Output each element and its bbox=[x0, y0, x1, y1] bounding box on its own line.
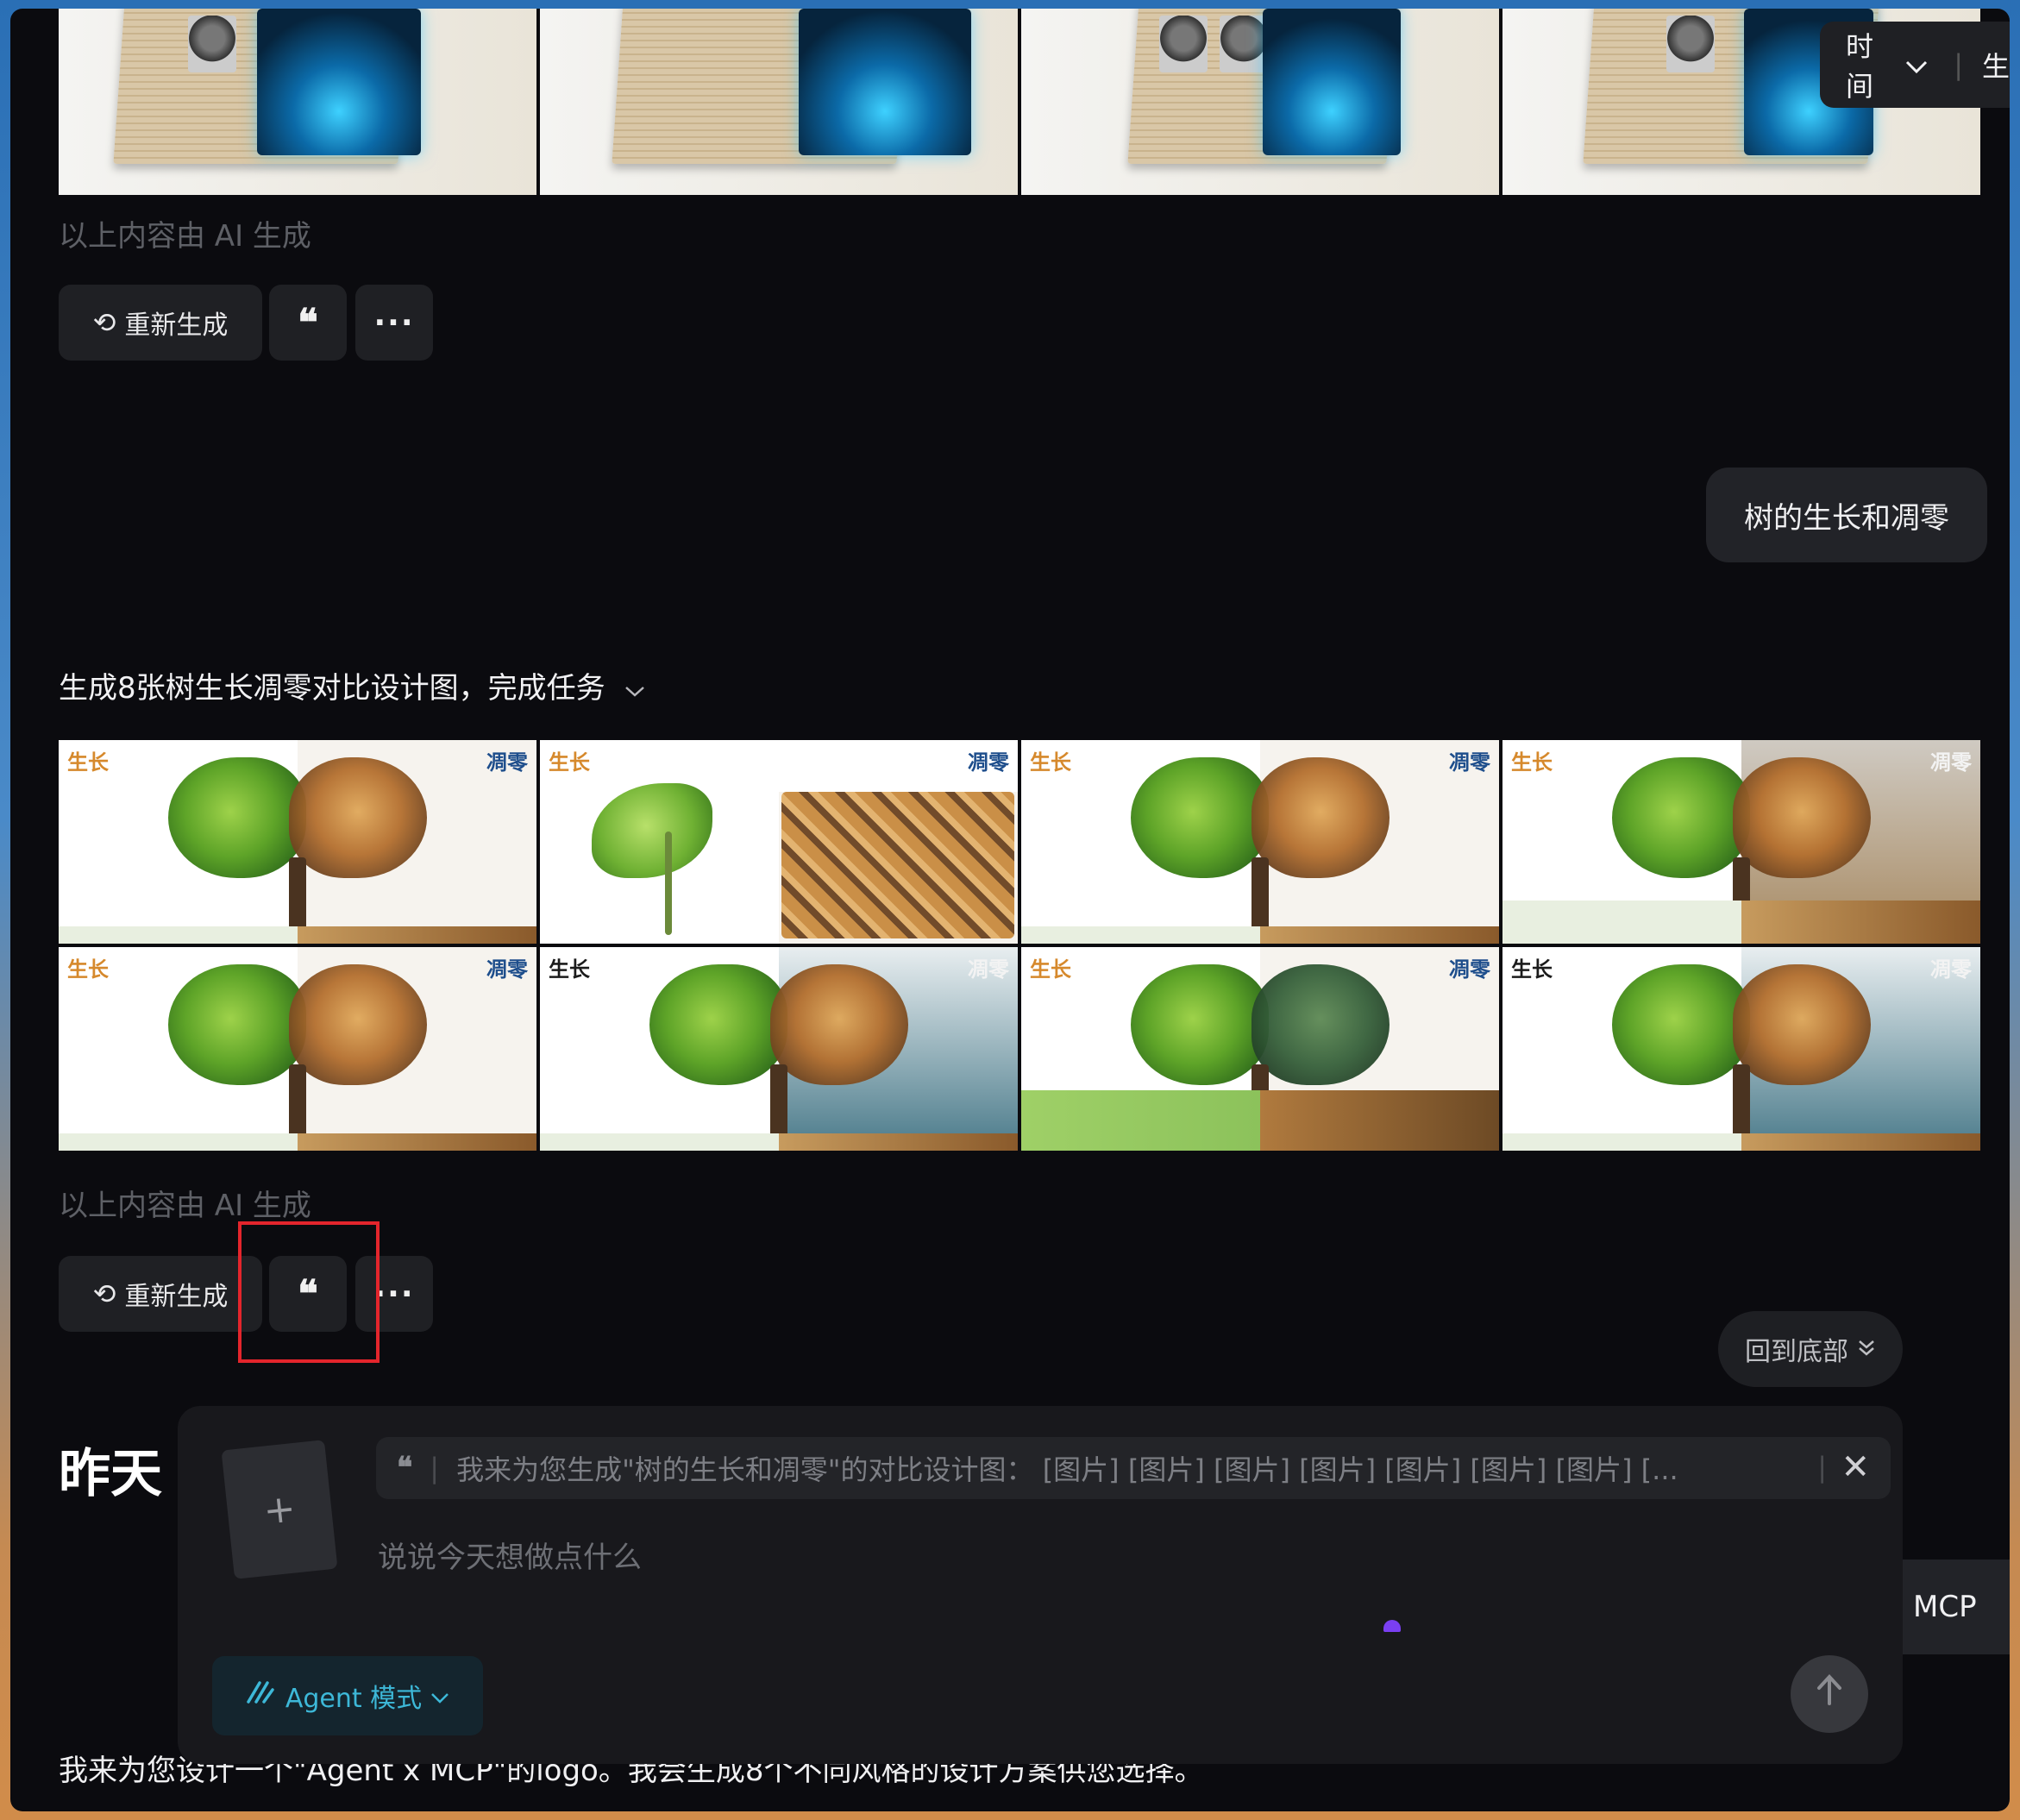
partial-filter-label: 生 bbox=[1981, 50, 2010, 83]
user-message-bubble: 树的生长和凋零 bbox=[1706, 468, 1987, 562]
tree-image[interactable]: 生长 凋零 bbox=[1021, 740, 1499, 944]
quoted-reference: ❝ | 我来为您生成"树的生长和凋零"的对比设计图： [图片] [图片] [图片… bbox=[376, 1437, 1891, 1499]
agent-mode-button[interactable]: Agent 模式 bbox=[212, 1656, 483, 1735]
tree-image[interactable]: 生长 凋零 bbox=[1502, 740, 1980, 944]
wither-label: 凋零 bbox=[968, 957, 1009, 982]
chevron-down-icon bbox=[430, 1681, 449, 1711]
grow-label: 生长 bbox=[1030, 957, 1071, 982]
grow-label: 生长 bbox=[549, 750, 590, 775]
tree-image[interactable]: 生长 凋零 bbox=[59, 947, 536, 1151]
more-icon: ··· bbox=[373, 1276, 415, 1312]
task-status-text: 生成8张树生长凋零对比设计图，完成任务 bbox=[59, 671, 605, 706]
agent-icon bbox=[246, 1679, 275, 1712]
arrow-up-icon bbox=[1815, 1673, 1844, 1716]
partial-message-text: MCP bbox=[1913, 1590, 1977, 1624]
wither-label: 凋零 bbox=[1449, 957, 1490, 982]
regenerate-label: 重新生成 bbox=[124, 1282, 229, 1312]
chat-window: 时间 | 生 以上内容由 AI 生成 ⟲ 重新生成 ❝ ··· 树的生长和凋零 … bbox=[10, 9, 2010, 1811]
double-chevron-down-icon bbox=[1857, 1334, 1876, 1365]
back-to-bottom-button[interactable]: 回到底部 bbox=[1718, 1311, 1903, 1387]
task-status[interactable]: 生成8张树生长凋零对比设计图，完成任务 bbox=[59, 664, 645, 706]
tree-image[interactable]: 生长 凋零 bbox=[1502, 947, 1980, 1151]
user-message-text: 树的生长和凋零 bbox=[1744, 500, 1949, 536]
grow-label: 生长 bbox=[67, 750, 109, 775]
wither-label: 凋零 bbox=[968, 750, 1009, 775]
grow-label: 生长 bbox=[1511, 957, 1553, 982]
tree-image[interactable]: 生长 凋零 bbox=[540, 947, 1018, 1151]
upload-button[interactable]: + bbox=[221, 1440, 338, 1579]
wither-label: 凋零 bbox=[1449, 750, 1490, 775]
grow-label: 生长 bbox=[1030, 750, 1071, 775]
tree-gallery-row-2: 生长 凋零 生长 凋零 生长 凋零 生长 凋零 bbox=[59, 947, 1980, 1151]
top-image-gallery bbox=[59, 9, 1980, 195]
send-button[interactable] bbox=[1791, 1655, 1868, 1733]
regenerate-label: 重新生成 bbox=[124, 311, 229, 341]
section-heading-yesterday: 昨天 bbox=[59, 1444, 162, 1504]
wither-label: 凋零 bbox=[1930, 957, 1972, 982]
chevron-down-icon bbox=[624, 675, 645, 704]
regenerate-button[interactable]: ⟲ 重新生成 bbox=[59, 1256, 262, 1332]
refresh-icon: ⟲ bbox=[92, 1277, 116, 1310]
message-input[interactable]: 说说今天想做点什么 bbox=[378, 1534, 642, 1576]
highlight-box bbox=[238, 1221, 380, 1363]
grow-label: 生长 bbox=[549, 957, 590, 982]
quote-icon: ❝ bbox=[298, 300, 318, 345]
chevron-down-icon bbox=[1905, 48, 1928, 81]
regenerate-button[interactable]: ⟲ 重新生成 bbox=[59, 285, 262, 361]
grow-label: 生长 bbox=[67, 957, 109, 982]
close-icon[interactable]: ✕ bbox=[1841, 1447, 1870, 1487]
tree-image[interactable]: 生长 凋零 bbox=[59, 740, 536, 944]
tree-image[interactable]: 生长 凋零 bbox=[1021, 947, 1499, 1151]
gallery-image[interactable] bbox=[59, 9, 536, 195]
quote-button[interactable]: ❝ bbox=[269, 285, 347, 361]
ai-generated-note: 以上内容由 AI 生成 bbox=[59, 1189, 311, 1223]
ai-generated-note: 以上内容由 AI 生成 bbox=[59, 219, 311, 254]
cursor-indicator bbox=[1383, 1620, 1401, 1632]
grow-label: 生长 bbox=[1511, 750, 1553, 775]
quoted-text: 我来为您生成"树的生长和凋零"的对比设计图： [图片] [图片] [图片] [图… bbox=[456, 1453, 1678, 1486]
time-filter-label: 时间 bbox=[1846, 30, 1874, 103]
wither-label: 凋零 bbox=[486, 957, 528, 982]
more-button[interactable]: ··· bbox=[355, 285, 433, 361]
time-filter-dropdown[interactable]: 时间 | 生 bbox=[1820, 22, 2010, 108]
wither-label: 凋零 bbox=[486, 750, 528, 775]
refresh-icon: ⟲ bbox=[92, 306, 116, 339]
message-composer: + ❝ | 我来为您生成"树的生长和凋零"的对比设计图： [图片] [图片] [… bbox=[178, 1406, 1903, 1764]
agent-mode-label: Agent 模式 bbox=[285, 1684, 423, 1714]
more-icon: ··· bbox=[373, 304, 415, 341]
tree-gallery-row-1: 生长 凋零 生长 凋零 生长 凋零 生长 凋零 bbox=[59, 740, 1980, 944]
wither-label: 凋零 bbox=[1930, 750, 1972, 775]
quote-icon: ❝ bbox=[397, 1451, 413, 1485]
plus-icon: + bbox=[260, 1485, 298, 1534]
gallery-image[interactable] bbox=[1021, 9, 1499, 195]
gallery-image[interactable] bbox=[540, 9, 1018, 195]
tree-image[interactable]: 生长 凋零 bbox=[540, 740, 1018, 944]
back-to-bottom-label: 回到底部 bbox=[1745, 1337, 1848, 1367]
